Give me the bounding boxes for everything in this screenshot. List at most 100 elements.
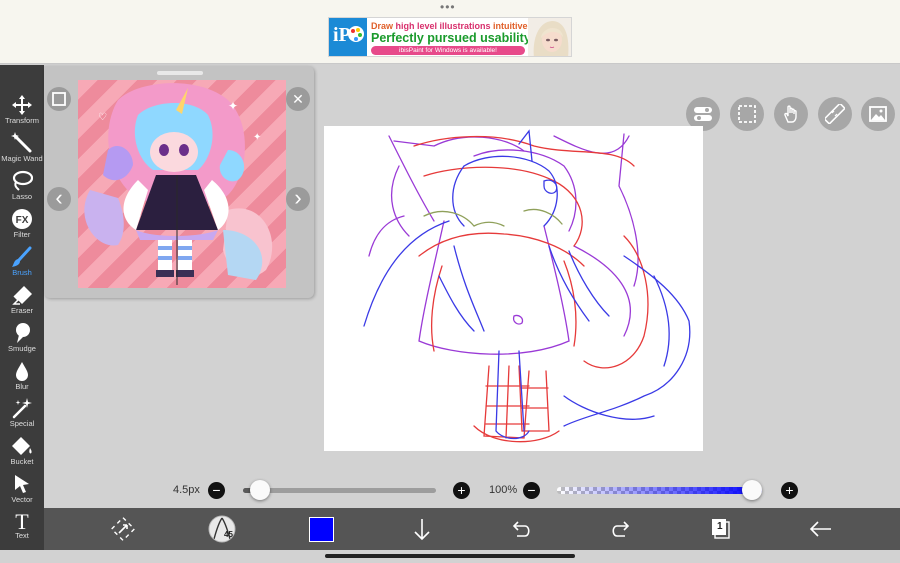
special-sparkle-icon (12, 398, 32, 419)
download-button[interactable] (410, 508, 434, 550)
ruler-icon (825, 104, 845, 124)
ibispaint-logo: iP (329, 18, 367, 56)
image-import-button[interactable] (861, 97, 895, 131)
tool-label: Smudge (8, 344, 36, 353)
tool-label: Filter (13, 230, 31, 239)
tool-label: Text (15, 531, 29, 540)
undo-button[interactable] (509, 508, 533, 550)
hand-icon (784, 105, 797, 123)
brush-size-slider[interactable] (243, 480, 436, 500)
opacity-slider[interactable] (557, 480, 762, 500)
tool-transform[interactable]: Transform (0, 94, 44, 131)
tool-filter[interactable]: FX Filter (0, 208, 44, 245)
back-button[interactable] (808, 508, 834, 550)
reference-prev-button[interactable]: ‹ (47, 187, 71, 211)
ruler-button[interactable] (818, 97, 852, 131)
tool-label: Brush (12, 268, 32, 277)
opacity-label: 100% (489, 484, 518, 496)
color-picker-button[interactable] (309, 508, 335, 550)
svg-text:♡: ♡ (98, 112, 107, 123)
selection-button[interactable] (730, 97, 764, 131)
selection-icon (738, 105, 756, 123)
more-options-dots[interactable]: ••• (440, 1, 456, 13)
brush-size-thumb[interactable] (249, 480, 270, 500)
undo-icon (512, 521, 530, 537)
bottom-toolbar: 45 1 (44, 508, 900, 550)
vector-cursor-icon (15, 475, 29, 493)
magic-wand-icon (11, 132, 32, 153)
tool-label: Vector (11, 495, 33, 504)
tool-lasso[interactable]: Lasso (0, 170, 44, 207)
arrow-down-icon (414, 519, 430, 541)
opacity-minus-button[interactable]: − (523, 482, 540, 499)
toggle-settings-icon (694, 107, 712, 121)
ad-line-1: Draw high level illustrations intuitivel… (371, 21, 539, 31)
brush-preview-button[interactable]: 45 (206, 508, 238, 550)
svg-text:✦: ✦ (228, 99, 238, 113)
image-import-icon (869, 106, 887, 122)
sketch-drawing (363, 129, 691, 443)
reference-frame-button[interactable] (47, 87, 71, 111)
tool-label: Bucket (10, 457, 34, 466)
reference-next-button[interactable]: › (286, 187, 310, 211)
ad-line-3: ibisPaint for Windows is available! (371, 46, 525, 55)
bucket-icon (12, 437, 32, 455)
tool-blur[interactable]: Blur (0, 360, 44, 397)
redo-button[interactable] (609, 508, 633, 550)
tool-brush[interactable]: Brush (0, 246, 44, 283)
frame-icon (52, 92, 66, 106)
tool-text[interactable]: T Text (0, 509, 44, 546)
tool-label: Blur (15, 382, 29, 391)
layer-count: 1 (717, 521, 723, 532)
opacity-thumb[interactable] (742, 480, 762, 500)
palette-icon (348, 26, 364, 42)
brush-size-plus-button[interactable]: + (453, 482, 470, 499)
reference-drag-handle[interactable] (157, 71, 203, 75)
eraser-icon (12, 286, 32, 305)
current-color-swatch (309, 517, 334, 542)
fullscreen-toggle-button[interactable] (108, 508, 138, 550)
svg-text:✦: ✦ (253, 132, 261, 143)
arrow-left-icon (809, 521, 831, 537)
tool-special[interactable]: Special (0, 397, 44, 434)
drawing-canvas[interactable] (324, 126, 703, 451)
brush-icon (12, 246, 32, 267)
opacity-plus-button[interactable]: + (781, 482, 798, 499)
tool-magic-wand[interactable]: Magic Wand (0, 132, 44, 169)
ad-character-illustration (528, 18, 571, 56)
lasso-icon (12, 170, 33, 191)
tool-eraser[interactable]: Eraser (0, 284, 44, 321)
reference-character-art: ✦ ♡ ✦ (84, 83, 273, 285)
tool-label: Eraser (10, 306, 34, 315)
reference-image: ✦ ♡ ✦ (78, 80, 286, 288)
brush-preview-icon (208, 515, 236, 543)
ad-line-2: Perfectly pursued usability! (371, 31, 535, 45)
brush-size-number: 45 (224, 530, 233, 539)
reference-window[interactable]: ⋮ ✕ ‹ › (44, 66, 314, 298)
home-indicator[interactable] (325, 554, 575, 558)
reference-close-button[interactable]: ✕ (286, 87, 310, 111)
tool-label: Magic Wand (1, 154, 43, 163)
left-toolbar: Transform Magic Wand Lasso FX Filter Bru… (0, 65, 44, 550)
text-glyph: T (15, 509, 29, 531)
tool-smudge[interactable]: Smudge (0, 322, 44, 359)
top-bar: ••• iP Draw high level illustrations int… (0, 0, 900, 64)
fx-filter-icon: FX (12, 209, 32, 229)
smudge-icon (16, 323, 30, 343)
hand-button[interactable] (774, 97, 808, 131)
transform-icon (12, 95, 32, 115)
brush-size-minus-button[interactable]: − (208, 482, 225, 499)
blur-drop-icon (16, 362, 28, 381)
tool-label: Transform (5, 116, 39, 125)
layers-button[interactable]: 1 (708, 508, 734, 550)
brush-size-label: 4.5px (173, 484, 200, 496)
fullscreen-arrows-icon (110, 516, 136, 542)
redo-icon (612, 521, 630, 537)
fx-glyph: FX (16, 215, 29, 226)
tool-label: Lasso (11, 192, 32, 201)
text-t-icon: T (15, 509, 29, 531)
tool-label: Special (9, 419, 35, 428)
advertisement-banner[interactable]: iP Draw high level illustrations intuiti… (328, 17, 572, 57)
tool-vector[interactable]: Vector (0, 473, 44, 510)
tool-bucket[interactable]: Bucket (0, 435, 44, 472)
